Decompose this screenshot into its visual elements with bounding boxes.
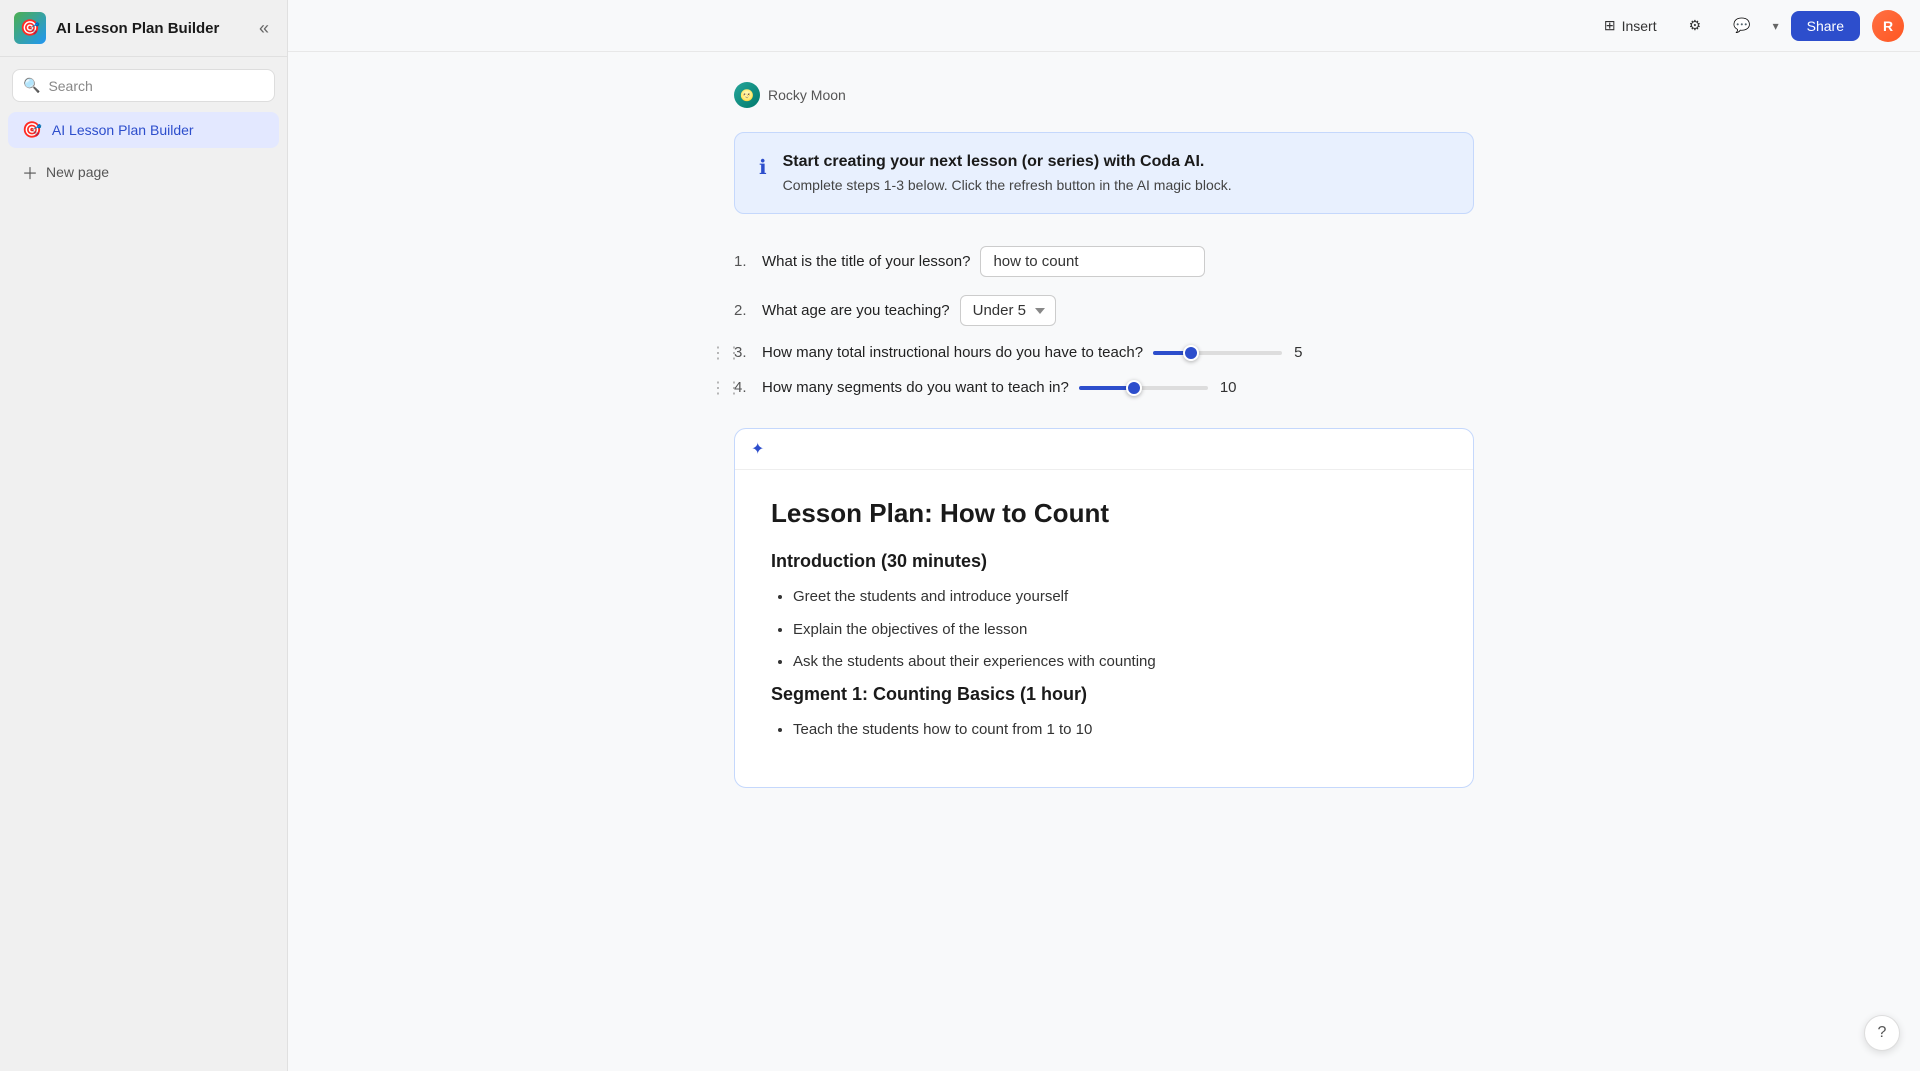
ai-block-header: ✦ (735, 429, 1473, 470)
info-icon: ℹ (759, 155, 767, 180)
q3-label: How many total instructional hours do yo… (762, 344, 1143, 361)
question-row-3: ⋮⋮ 3. How many total instructional hours… (734, 344, 1474, 361)
hours-slider[interactable] (1153, 351, 1282, 355)
plus-icon: ＋ (22, 160, 38, 184)
banner-subtitle: Complete steps 1-3 below. Click the refr… (783, 177, 1232, 193)
sidebar-item-label: AI Lesson Plan Builder (52, 122, 194, 138)
share-button[interactable]: Share (1791, 11, 1860, 41)
sparkle-icon: ✦ (751, 439, 764, 459)
question-row-2: 2. What age are you teaching? Under 5 5-… (734, 295, 1474, 326)
q2-label: What age are you teaching? (762, 302, 950, 319)
segments-slider[interactable] (1079, 386, 1208, 390)
search-placeholder: Search (48, 78, 92, 94)
app-title: AI Lesson Plan Builder (56, 20, 245, 37)
ai-block: ✦ Lesson Plan: How to Count Introduction… (734, 428, 1474, 788)
info-banner: ℹ Start creating your next lesson (or se… (734, 132, 1474, 214)
collapse-sidebar-button[interactable]: « (255, 14, 273, 43)
search-icon: 🔍 (23, 77, 40, 94)
q2-num: 2. (734, 302, 752, 319)
bullet-item: Ask the students about their experiences… (793, 651, 1437, 674)
hours-slider-container: 5 (1153, 344, 1314, 361)
segments-value: 10 (1220, 379, 1240, 396)
section-1-bullets: Greet the students and introduce yoursel… (771, 586, 1437, 674)
section-1-heading: Introduction (30 minutes) (771, 551, 1437, 572)
banner-title: Start creating your next lesson (or seri… (783, 153, 1232, 171)
insert-button[interactable]: ⊞ Insert (1594, 11, 1667, 40)
sidebar-item-ai-lesson[interactable]: 🎯 AI Lesson Plan Builder (8, 112, 279, 148)
main-content: ⊞ Insert ⚙ 💬 ▾ Share R 🌝 Rocky Moon ℹ St… (288, 0, 1920, 1071)
comment-icon: 💬 (1733, 17, 1750, 34)
q1-num: 1. (734, 253, 752, 270)
new-page-button[interactable]: ＋ New page (8, 152, 279, 192)
bullet-item: Explain the objectives of the lesson (793, 619, 1437, 642)
search-bar[interactable]: 🔍 Search (12, 69, 275, 102)
comment-button[interactable]: 💬 (1723, 11, 1760, 40)
caret-down-icon: ▾ (1773, 19, 1779, 33)
banner-content: Start creating your next lesson (or seri… (783, 153, 1232, 193)
gear-icon: ⚙ (1689, 17, 1702, 34)
q4-label: How many segments do you want to teach i… (762, 379, 1069, 396)
bullet-item: Teach the students how to count from 1 t… (793, 719, 1437, 742)
lesson-plan-title: Lesson Plan: How to Count (771, 498, 1437, 529)
question-row-4: ⋮⋮ 4. How many segments do you want to t… (734, 379, 1474, 396)
doc-author: 🌝 Rocky Moon (734, 82, 1474, 108)
help-button[interactable]: ? (1864, 1015, 1900, 1051)
page-content: 🌝 Rocky Moon ℹ Start creating your next … (694, 52, 1514, 848)
nav-item-icon: 🎯 (22, 120, 42, 140)
insert-label: Insert (1622, 18, 1657, 34)
question-row-1: 1. What is the title of your lesson? (734, 246, 1474, 277)
age-dropdown[interactable]: Under 5 5-7 8-10 11-13 14+ (960, 295, 1056, 326)
sidebar-header: 🎯 AI Lesson Plan Builder « (0, 0, 287, 57)
settings-button[interactable]: ⚙ (1679, 11, 1712, 40)
author-name: Rocky Moon (768, 87, 846, 103)
row-handle-3[interactable]: ⋮⋮ (710, 343, 742, 363)
new-page-label: New page (46, 164, 109, 180)
row-handle-4[interactable]: ⋮⋮ (710, 378, 742, 398)
q1-label: What is the title of your lesson? (762, 253, 970, 270)
ai-block-content: Lesson Plan: How to Count Introduction (… (735, 470, 1473, 787)
author-avatar: 🌝 (734, 82, 760, 108)
sidebar: 🎯 AI Lesson Plan Builder « 🔍 Search 🎯 AI… (0, 0, 288, 1071)
segments-slider-container: 10 (1079, 379, 1240, 396)
user-avatar[interactable]: R (1872, 10, 1904, 42)
questions-section: 1. What is the title of your lesson? 2. … (734, 246, 1474, 396)
section-2-heading: Segment 1: Counting Basics (1 hour) (771, 684, 1437, 705)
hours-value: 5 (1294, 344, 1314, 361)
app-icon: 🎯 (14, 12, 46, 44)
lesson-title-input[interactable] (980, 246, 1205, 277)
grid-icon: ⊞ (1604, 17, 1616, 34)
topbar: ⊞ Insert ⚙ 💬 ▾ Share R (288, 0, 1920, 52)
section-2-bullets: Teach the students how to count from 1 t… (771, 719, 1437, 742)
bullet-item: Greet the students and introduce yoursel… (793, 586, 1437, 609)
